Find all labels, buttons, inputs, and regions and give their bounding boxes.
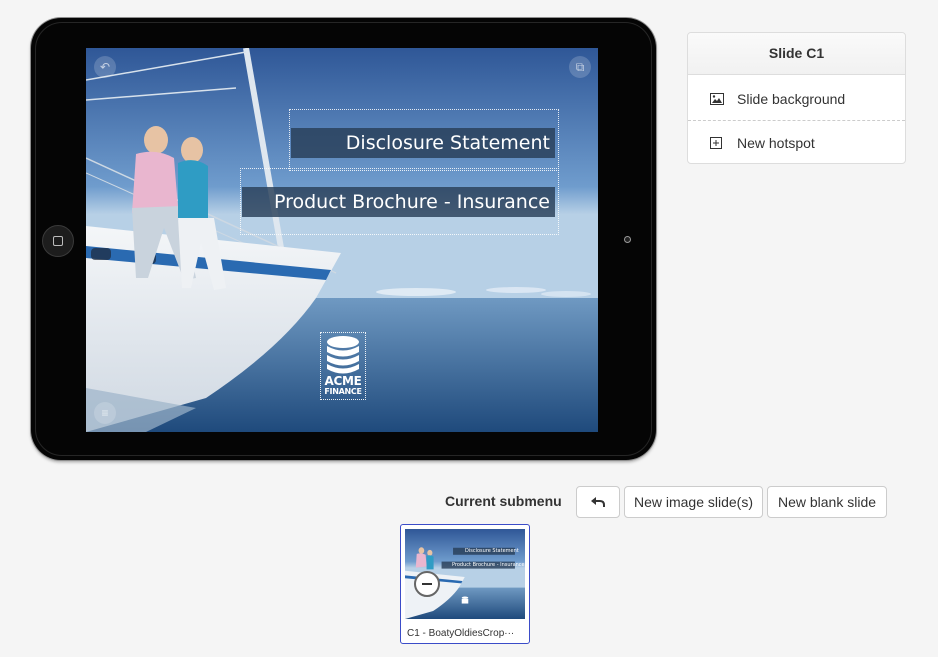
database-icon [327, 336, 359, 374]
slide-thumbnail[interactable]: Disclosure Statement Product Brochure - … [400, 524, 530, 644]
thumbnail-caption: C1 - BoatyOldiesCrop··· [407, 628, 515, 639]
home-button [42, 225, 74, 257]
slide-canvas[interactable]: ↶ ⧉ ≡ Disclosure Statement Product Broch… [86, 48, 598, 432]
remove-slide-icon[interactable] [414, 571, 440, 597]
slide-background-item[interactable]: Slide background [688, 75, 905, 121]
tablet-preview-frame: ↶ ⧉ ≡ Disclosure Statement Product Broch… [31, 18, 656, 460]
logo-line2: FINANCE [324, 387, 362, 396]
banner-product-brochure[interactable]: Product Brochure - Insurance [242, 187, 555, 217]
submenu-back-button[interactable] [576, 486, 620, 518]
hamburger-menu-icon[interactable]: ≡ [94, 402, 116, 424]
camera-dot [624, 236, 631, 243]
new-hotspot-item[interactable]: New hotspot [688, 121, 905, 165]
thumbnail-banner-1: Disclosure Statement [465, 548, 519, 554]
slide-properties-panel: Slide C1 Slide background New hotspot [687, 32, 906, 164]
panel-title: Slide C1 [688, 33, 905, 75]
new-blank-slide-button[interactable]: New blank slide [767, 486, 887, 518]
undo-arrow-icon[interactable]: ↶ [94, 56, 116, 78]
banner-disclosure-statement[interactable]: Disclosure Statement [291, 128, 555, 158]
new-image-slide-button[interactable]: New image slide(s) [624, 486, 763, 518]
new-hotspot-label: New hotspot [737, 135, 815, 151]
thumbnail-banner-2: Product Brochure - Insurance [452, 562, 525, 568]
slide-background-label: Slide background [737, 91, 846, 107]
undo-arrow-icon [590, 494, 606, 510]
acme-finance-logo[interactable]: ACME FINANCE [320, 332, 366, 400]
image-icon [710, 75, 724, 123]
plus-square-icon [710, 121, 722, 165]
current-submenu-label: Current submenu [445, 493, 562, 509]
logo-line1: ACME [324, 374, 362, 388]
external-link-icon[interactable]: ⧉ [569, 56, 591, 78]
